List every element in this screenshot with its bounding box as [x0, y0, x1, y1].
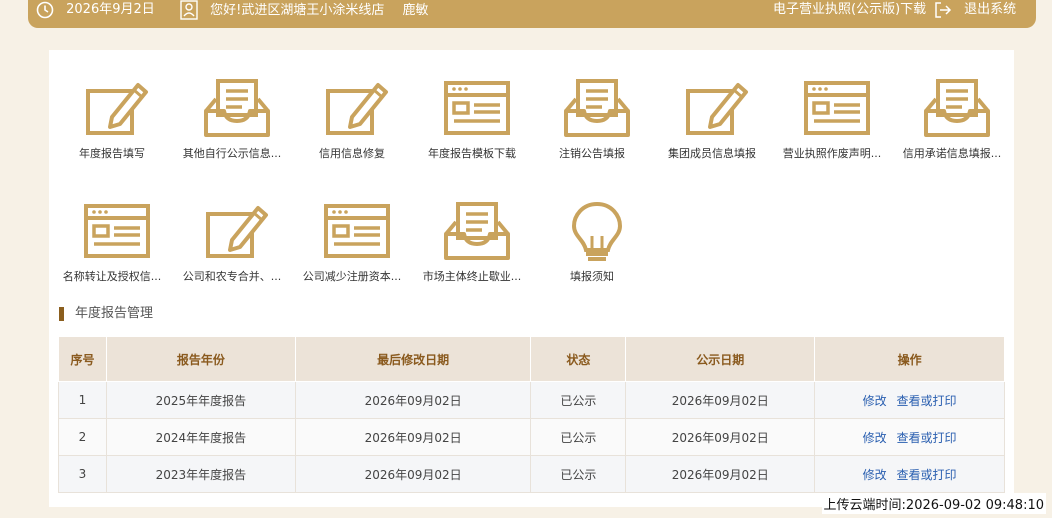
cell-published: 2026年09月02日 — [625, 455, 816, 493]
section-title: 年度报告管理 — [59, 305, 153, 323]
function-tile[interactable]: 年度报告填写 — [52, 57, 172, 177]
edit-icon — [86, 83, 148, 135]
edit-link[interactable]: 修改 — [863, 394, 887, 408]
cell-year: 2023年年度报告 — [105, 455, 296, 493]
cell-actions: 修改 查看或打印 — [814, 418, 1005, 456]
current-date: 2026年9月2日 — [66, 2, 155, 17]
function-label: 公司减少注册资本... — [302, 270, 402, 283]
greeting-text: 您好!武进区湖塘王小涂米线店 — [210, 2, 385, 18]
cell-no: 2 — [58, 418, 107, 456]
upload-time: 上传云端时间:2026-09-02 09:48:10 — [821, 493, 1046, 514]
cell-modified: 2026年09月02日 — [294, 418, 532, 456]
function-label: 集团成员信息填报 — [668, 147, 756, 160]
table-header-row: 序号 报告年份 最后修改日期 状态 公示日期 操作 — [58, 336, 1005, 382]
username: 鹿敏 — [402, 2, 429, 18]
cell-status: 已公示 — [530, 418, 627, 456]
function-label: 公司和农专合并、... — [182, 270, 282, 283]
cell-published: 2026年09月02日 — [625, 381, 816, 419]
table-row: 1 2025年年度报告 2026年09月02日 已公示 2026年09月02日 … — [58, 381, 1005, 419]
license-download-link[interactable]: 电子营业执照(公示版)下载 — [773, 0, 926, 20]
inbox-icon — [444, 202, 510, 260]
function-tile[interactable]: 名称转让及授权信... — [52, 180, 172, 300]
function-tile[interactable]: 集团成员信息填报 — [652, 57, 772, 177]
function-tile[interactable]: 公司和农专合并、... — [172, 180, 292, 300]
lightbulb-icon — [571, 201, 623, 261]
function-label: 年度报告模板下载 — [428, 147, 516, 160]
view-print-link[interactable]: 查看或打印 — [897, 431, 957, 445]
function-tile[interactable]: 填报须知 — [532, 180, 652, 300]
cell-status: 已公示 — [530, 381, 627, 419]
edit-icon — [686, 83, 748, 135]
function-tile[interactable]: 营业执照作废声明... — [772, 57, 892, 177]
function-label: 填报须知 — [570, 270, 614, 283]
col-header-no: 序号 — [58, 336, 107, 382]
table-row: 2 2024年年度报告 2026年09月02日 已公示 2026年09月02日 … — [58, 418, 1005, 456]
cell-no: 3 — [58, 455, 107, 493]
function-label: 信用承诺信息填报... — [902, 147, 1002, 160]
greeting-area: 您好!武进区湖塘王小涂米线店 鹿敏 — [180, 0, 429, 20]
cell-modified: 2026年09月02日 — [294, 455, 532, 493]
function-label: 营业执照作废声明... — [782, 147, 882, 160]
function-tile[interactable]: 注销公告填报 — [532, 57, 652, 177]
logout-label: 退出系统 — [964, 2, 1017, 17]
clock-icon — [36, 1, 54, 18]
logout-icon — [935, 1, 952, 18]
function-tile[interactable]: 年度报告模板下载 — [412, 57, 532, 177]
annual-report-table: 序号 报告年份 最后修改日期 状态 公示日期 操作 1 2025年年度报告 20… — [58, 336, 1005, 493]
function-tile[interactable]: 其他自行公示信息... — [172, 57, 292, 177]
function-label: 其他自行公示信息... — [182, 147, 282, 160]
col-header-actions: 操作 — [814, 336, 1005, 382]
top-bar: 2026年9月2日 您好!武进区湖塘王小涂米线店 鹿敏 电子营业执照(公示版)下… — [28, 0, 1036, 28]
browser-window-icon — [324, 204, 390, 258]
cell-actions: 修改 查看或打印 — [814, 455, 1005, 493]
date-area: 2026年9月2日 — [36, 0, 155, 20]
edit-link[interactable]: 修改 — [863, 468, 887, 482]
browser-window-icon — [804, 81, 870, 135]
cell-modified: 2026年09月02日 — [294, 381, 532, 419]
col-header-year: 报告年份 — [105, 336, 296, 382]
cell-year: 2024年年度报告 — [105, 418, 296, 456]
inbox-icon — [204, 79, 270, 137]
function-tile[interactable]: 市场主体终止歇业... — [412, 180, 532, 300]
col-header-modified: 最后修改日期 — [294, 336, 532, 382]
cell-no: 1 — [58, 381, 107, 419]
view-print-link[interactable]: 查看或打印 — [897, 468, 957, 482]
inbox-icon — [564, 79, 630, 137]
inbox-icon — [924, 79, 990, 137]
table-row: 3 2023年年度报告 2026年09月02日 已公示 2026年09月02日 … — [58, 455, 1005, 493]
edit-link[interactable]: 修改 — [863, 431, 887, 445]
cell-status: 已公示 — [530, 455, 627, 493]
edit-icon — [326, 83, 388, 135]
col-header-status: 状态 — [530, 336, 627, 382]
edit-icon — [206, 206, 268, 258]
function-label: 信用信息修复 — [319, 147, 385, 160]
view-print-link[interactable]: 查看或打印 — [897, 394, 957, 408]
cell-actions: 修改 查看或打印 — [814, 381, 1005, 419]
function-label: 市场主体终止歇业... — [422, 270, 522, 283]
function-tile[interactable]: 公司减少注册资本... — [292, 180, 412, 300]
cell-published: 2026年09月02日 — [625, 418, 816, 456]
user-icon — [180, 0, 198, 20]
logout-button[interactable]: 退出系统 — [934, 0, 1016, 20]
function-label: 注销公告填报 — [559, 147, 625, 160]
function-label: 年度报告填写 — [79, 147, 145, 160]
function-tile[interactable]: 信用承诺信息填报... — [892, 57, 1012, 177]
browser-window-icon — [84, 204, 150, 258]
browser-window-icon — [444, 81, 510, 135]
function-label: 名称转让及授权信... — [62, 270, 162, 283]
cell-year: 2025年年度报告 — [105, 381, 296, 419]
col-header-published: 公示日期 — [625, 336, 816, 382]
function-tile[interactable]: 信用信息修复 — [292, 57, 412, 177]
